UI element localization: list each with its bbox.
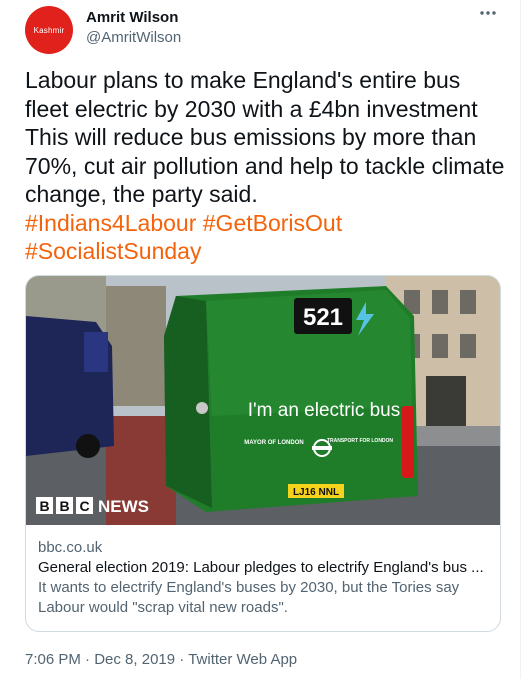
author-name[interactable]: Amrit Wilson <box>86 8 178 28</box>
route-number: 521 <box>303 304 343 331</box>
tweet-time[interactable]: 7:06 PM <box>25 651 81 668</box>
link-title: General election 2019: Labour pledges to… <box>38 559 484 576</box>
tweet-header: Kashmir Amrit Wilson @AmritWilson <box>25 6 498 58</box>
hashtag-indians4labour[interactable]: #Indians4Labour <box>25 210 196 236</box>
bus-photo: 521 I'm an electric bus MAYOR OF LONDON … <box>26 276 500 525</box>
tweet-source[interactable]: Twitter Web App <box>188 651 297 668</box>
link-description: It wants to electrify England's buses by… <box>38 579 460 616</box>
avatar-text: Kashmir <box>33 25 65 35</box>
window <box>460 290 476 314</box>
window <box>460 334 476 358</box>
avatar[interactable]: Kashmir <box>25 6 73 54</box>
more-dots-svg <box>480 11 496 15</box>
shop-front <box>426 376 466 426</box>
bbc-letter-1: B <box>39 498 49 514</box>
meta-separator-1: · <box>85 651 91 668</box>
tweet-timestamp: 7:06 PM · Dec 8, 2019 · Twitter Web App <box>25 650 297 670</box>
bbc-news-word: NEWS <box>98 497 149 516</box>
number-plate: LJ16 NNL <box>293 487 339 498</box>
link-domain: bbc.co.uk <box>38 539 103 556</box>
tfl-text: TRANSPORT FOR LONDON <box>327 438 393 444</box>
tweet-date[interactable]: Dec 8, 2019 <box>94 651 175 668</box>
hashtag-socialistsunday[interactable]: #SocialistSunday <box>25 238 201 264</box>
author-handle[interactable]: @AmritWilson <box>86 28 181 48</box>
left-building-2 <box>106 286 166 406</box>
meta-separator-2: · <box>179 651 185 668</box>
bus-side <box>164 296 212 508</box>
bbc-letter-2: B <box>59 498 69 514</box>
tail-light <box>402 406 414 478</box>
window <box>432 334 448 358</box>
link-preview-image[interactable]: 521 I'm an electric bus MAYOR OF LONDON … <box>26 276 500 525</box>
link-preview-meta: bbc.co.uk General election 2019: Labour … <box>38 538 488 618</box>
tweet-body: Labour plans to make England's entire bu… <box>25 67 505 207</box>
window <box>432 290 448 314</box>
van-wheel <box>76 434 100 458</box>
headlight <box>196 402 208 414</box>
mayor-text: MAYOR OF LONDON <box>244 440 303 446</box>
tweet-text: Labour plans to make England's entire bu… <box>25 66 509 266</box>
more-horizontal-icon[interactable] <box>478 6 498 26</box>
tweet-card: Kashmir Amrit Wilson @AmritWilson Labour… <box>0 0 521 679</box>
hashtag-list: #Indians4Labour #GetBorisOut #SocialistS… <box>25 209 509 266</box>
bbc-letter-3: C <box>79 498 89 514</box>
bus-slogan: I'm an electric bus <box>248 400 401 421</box>
tfl-roundel-bar <box>312 446 332 450</box>
van-window <box>84 332 108 372</box>
hashtag-getborisout[interactable]: #GetBorisOut <box>203 210 342 236</box>
link-preview-card[interactable]: 521 I'm an electric bus MAYOR OF LONDON … <box>25 275 501 632</box>
